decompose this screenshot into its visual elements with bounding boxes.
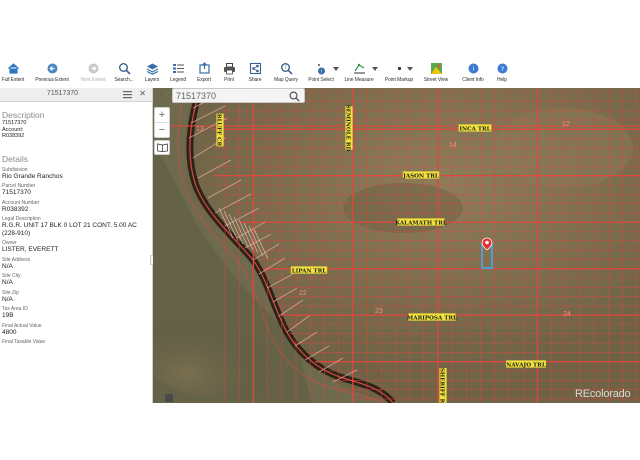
block-number: 13 [196, 126, 204, 133]
zoom-in-button[interactable]: + [155, 108, 169, 123]
block-number: 23 [375, 308, 383, 315]
svg-text:KALAMATH TRL: KALAMATH TRL [395, 220, 447, 226]
close-icon[interactable]: ✕ [139, 89, 146, 98]
details-fields: Subdivision Rio Grande Ranchos Parcel Numb… [0, 167, 152, 346]
gis-app: Full Extent Previous Extent Next Extent Sea… [0, 0, 640, 460]
detail-value: 71517370 [2, 189, 31, 196]
next-extent-label: Next Extent [80, 77, 106, 83]
svg-text:JASON TRL: JASON TRL [402, 173, 439, 179]
svg-text:MARIPOSA TRL: MARIPOSA TRL [407, 315, 457, 321]
svg-text:SEMINOLE RD: SEMINOLE RD [345, 105, 351, 152]
svg-text:INCA TRL: INCA TRL [459, 126, 490, 132]
detail-label: Final Taxable Value [2, 339, 46, 345]
detail-value: Rio Grande Ranchos [2, 172, 63, 180]
map-search-box[interactable] [172, 88, 305, 103]
full-extent-button[interactable]: Full Extent [0, 58, 33, 88]
map-query-icon: ? [280, 63, 293, 75]
details-heading: Details [2, 153, 28, 164]
details-section: Details Subdivision Rio Grande Ranchos Par… [0, 154, 152, 346]
search-label: Search... [114, 77, 134, 83]
map-imagery: INCA TRL JASON TRL KALAMATH TRL LIPAN TRL MA… [153, 88, 640, 403]
panel-header: 71517370 ✕ [0, 88, 152, 102]
road-label: NAVAJO TRL [506, 360, 546, 368]
legend-icon [172, 64, 184, 73]
detail-value: R.G.R. UNIT 17 BLK 0 LOT 21 CONT. 5.00 A… [2, 222, 137, 237]
parcel-info-panel: 71517370 ✕ Description 71517370 Account:… [0, 88, 153, 403]
svg-text:?: ? [500, 65, 503, 73]
basemap-toggle-button[interactable] [165, 394, 173, 402]
previous-extent-label: Previous Extent [35, 77, 69, 83]
chevron-down-icon[interactable] [407, 58, 413, 88]
arrow-left-icon [47, 63, 57, 74]
panel-title: 71517370 [46, 90, 79, 97]
street-view-button[interactable]: Street View [416, 58, 456, 88]
client-info-label: Client Info [462, 77, 484, 83]
road-label: BLUFF CR [216, 113, 224, 147]
chevron-left-icon[interactable]: ‹ [155, 89, 167, 102]
help-icon: ? [497, 63, 507, 74]
road-label: INCA TRL [458, 124, 492, 132]
road-label: KALAMATH TRL [395, 218, 447, 226]
map-canvas[interactable]: INCA TRL JASON TRL KALAMATH TRL LIPAN TRL MA… [153, 88, 640, 403]
point-select-label: Point Select [308, 77, 334, 83]
toolbar: Full Extent Previous Extent Next Extent Sea… [0, 58, 640, 88]
point-markup-icon [397, 66, 401, 71]
line-measure-label: Line Measure [344, 77, 374, 83]
search-input[interactable] [176, 90, 286, 102]
book-icon [156, 143, 168, 152]
block-number: 14 [449, 142, 457, 149]
share-label: Share [248, 77, 262, 83]
detail-value: 4800 [2, 328, 17, 336]
map-query-button[interactable]: ? Map Query [266, 58, 306, 88]
road-label: JASON TRL [402, 171, 440, 179]
point-select-icon: i [317, 64, 325, 75]
print-icon [223, 63, 235, 75]
road-label: MARIPOSA TRL [407, 313, 457, 321]
svg-text:SHERIFF RD: SHERIFF RD [439, 368, 445, 403]
detail-value: N/A [2, 295, 13, 303]
help-label: Help [497, 77, 507, 83]
bookmark-button[interactable] [154, 140, 170, 155]
svg-text:?: ? [284, 65, 287, 71]
full-extent-label: Full Extent [1, 77, 25, 83]
block-number: 12 [562, 121, 570, 128]
detail-value: N/A [2, 262, 13, 270]
point-markup-button[interactable]: Point Markup [379, 58, 419, 88]
client-info-icon: i [468, 63, 478, 74]
line-measure-icon [353, 63, 365, 74]
chevron-down-icon[interactable] [372, 58, 378, 88]
search-icon[interactable] [289, 91, 300, 102]
detail-value: R038392 [2, 205, 29, 213]
road-label: SHERIFF RD [439, 368, 447, 403]
street-view-label: Street View [423, 77, 449, 83]
map-query-label: Map Query [274, 77, 298, 83]
block-number: 24 [563, 311, 571, 318]
detail-value: 19B [2, 312, 14, 319]
road-label: LIPAN TRL [290, 266, 328, 274]
description-section: Description 71517370 Account: R038392 [0, 110, 152, 140]
share-icon [249, 62, 261, 75]
watermark-text: REcolorado [575, 388, 631, 400]
hamburger-icon[interactable] [123, 90, 132, 99]
home-icon [7, 63, 19, 74]
zoom-out-button[interactable]: − [155, 123, 169, 138]
svg-text:i: i [320, 69, 321, 75]
zoom-control: + − [154, 107, 170, 138]
print-label: Print [224, 77, 234, 83]
svg-text:NAVAJO TRL: NAVAJO TRL [506, 362, 546, 368]
svg-text:LIPAN TRL: LIPAN TRL [292, 268, 327, 274]
layers-icon [146, 63, 158, 75]
search-icon [118, 63, 131, 75]
help-button[interactable]: ? Help [482, 58, 522, 88]
street-view-icon [430, 63, 442, 74]
arrow-right-icon [88, 63, 98, 74]
detail-value: LISTER, EVERETT [2, 246, 59, 253]
description-heading: Description [2, 110, 45, 120]
svg-text:BLUFF CR: BLUFF CR [216, 114, 222, 147]
description-line: R038392 [2, 133, 25, 139]
road-label: SEMINOLE RD [345, 105, 353, 152]
block-number: 22 [299, 290, 307, 297]
detail-value: N/A [2, 279, 13, 286]
previous-extent-button[interactable]: Previous Extent [32, 58, 72, 88]
